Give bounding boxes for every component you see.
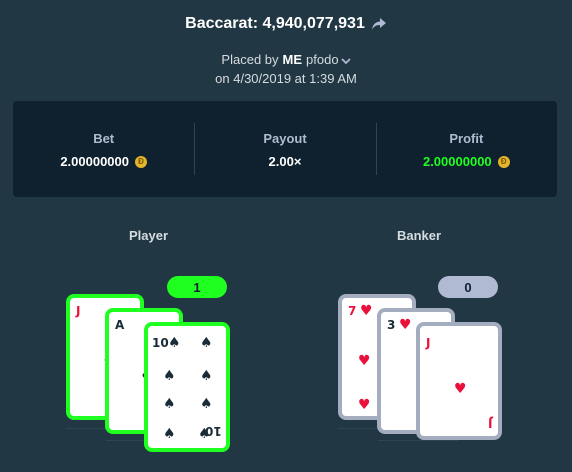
title-row: Baccarat: 4,940,077,931	[0, 15, 572, 33]
spade-icon: ♠	[163, 368, 176, 384]
payout-label: Payout	[263, 131, 307, 146]
spade-icon: ♠	[200, 335, 213, 351]
divider	[378, 440, 458, 441]
me-label: ME	[282, 52, 303, 67]
card-rank-bottom: J	[487, 416, 492, 430]
bet-label: Bet	[93, 131, 115, 146]
profit-value-row: 2.00000000 Đ	[376, 154, 557, 169]
spade-icon: ♠	[200, 396, 213, 412]
spade-icon: ♠	[200, 368, 213, 384]
card-rank: 10	[152, 336, 169, 350]
profit-value: 2.00000000	[422, 154, 492, 169]
payout-value: 2.00×	[268, 154, 302, 169]
username[interactable]: pfodo	[306, 52, 339, 67]
stat-payout: Payout 2.00×	[194, 101, 375, 197]
card-rank: 7	[348, 304, 357, 318]
coin-icon: Đ	[497, 155, 510, 168]
heart-icon: ♥	[358, 353, 371, 369]
placed-by-prefix: Placed by	[221, 52, 279, 67]
card-rank: J	[426, 336, 431, 350]
heart-icon: ♥	[358, 397, 371, 413]
player-card-3: 10 10 ♠ ♠ ♠ ♠ ♠ ♠ ♠ ♠	[144, 322, 230, 452]
bet-title: Baccarat: 4,940,077,931	[185, 15, 365, 32]
player-score-badge: 1	[167, 276, 227, 298]
banker-label: Banker	[397, 228, 442, 243]
placed-by: Placed by ME pfodo	[0, 52, 572, 67]
banker-card-3: J J ♥	[416, 322, 502, 440]
coin-icon: Đ	[135, 155, 147, 168]
stat-profit: Profit 2.00000000 Đ	[375, 101, 557, 197]
chevron-down-icon[interactable]	[340, 57, 351, 65]
card-rank: 3	[387, 318, 396, 332]
card-rank: J	[76, 304, 81, 318]
bet-stats-panel: Bet 2.00000000 Đ Payout 2.00× Profit 2.0…	[13, 101, 557, 197]
spade-icon: ♠	[163, 426, 176, 442]
heart-icon: ♥	[399, 317, 412, 333]
bet-value: 2.00000000	[60, 154, 129, 169]
heart-icon: ♥	[360, 303, 373, 319]
banker-score-badge: 0	[438, 276, 498, 298]
payout-value-row: 2.00×	[194, 154, 375, 169]
player-label: Player	[129, 228, 169, 243]
stat-bet: Bet 2.00000000 Đ	[13, 101, 194, 197]
card-rank: A	[115, 318, 125, 332]
heart-icon: ♥	[454, 381, 467, 397]
profit-label: Profit	[449, 131, 484, 146]
spade-icon: ♠	[168, 335, 181, 351]
bet-value-row: 2.00000000 Đ	[13, 154, 194, 169]
spade-icon: ♠	[163, 396, 176, 412]
bet-date: on 4/30/2019 at 1:39 AM	[215, 71, 357, 86]
spade-icon: ♠	[198, 426, 211, 442]
share-arrow-icon[interactable]	[371, 17, 387, 31]
